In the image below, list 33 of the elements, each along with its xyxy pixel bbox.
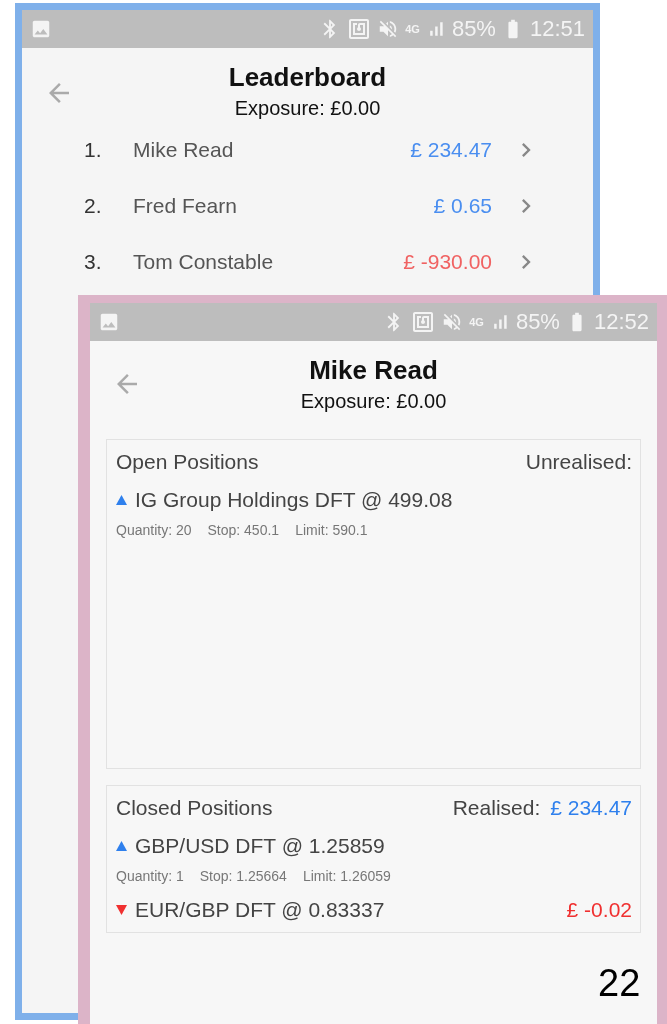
position-title[interactable]: GBP/USD DFT @ 1.25859 bbox=[135, 834, 632, 858]
summary-label: Realised: bbox=[452, 796, 541, 820]
position-detail: Stop: 450.1 bbox=[207, 522, 280, 538]
player-name[interactable]: Tom Constable bbox=[133, 250, 404, 274]
position-detail: Quantity: 20 bbox=[116, 522, 192, 538]
exposure-text: Exposure: £0.00 bbox=[234, 97, 381, 120]
rank-number: 1. bbox=[84, 138, 103, 162]
profit-amount: £ 234.47 bbox=[410, 138, 492, 162]
rank-number: 3. bbox=[84, 250, 103, 274]
position-detail: Limit: 1.26059 bbox=[302, 868, 391, 884]
image-icon bbox=[98, 311, 120, 333]
nfc-icon bbox=[411, 310, 436, 334]
page-number: 22 bbox=[598, 962, 641, 1005]
position-title[interactable]: IG Group Holdings DFT @ 499.08 bbox=[135, 488, 632, 512]
image-icon bbox=[30, 18, 52, 40]
position-title[interactable]: EUR/GBP DFT @ 0.83337 bbox=[135, 898, 559, 922]
exposure-text: Exposure: £0.00 bbox=[300, 390, 447, 413]
screen-title: Mike Read bbox=[309, 355, 438, 386]
profit-amount: £ -930.00 bbox=[403, 250, 492, 274]
player-name[interactable]: Mike Read bbox=[133, 138, 411, 162]
position-pnl: £ -0.02 bbox=[566, 898, 632, 922]
section-heading: Open Positions bbox=[116, 450, 259, 474]
player-name[interactable]: Fred Fearn bbox=[133, 194, 434, 218]
section-heading: Closed Positions bbox=[116, 796, 273, 820]
rank-number: 2. bbox=[84, 194, 103, 218]
nfc-icon bbox=[347, 17, 372, 41]
position-detail: Limit: 590.1 bbox=[295, 522, 368, 538]
position-detail: Stop: 1.25664 bbox=[199, 868, 287, 884]
summary-label: Unrealised: bbox=[525, 450, 632, 474]
position-detail: Quantity: 1 bbox=[116, 868, 184, 884]
screen-title: Leaderboard bbox=[228, 62, 387, 93]
summary-value: £ 234.47 bbox=[550, 796, 632, 820]
profit-amount: £ 0.65 bbox=[433, 194, 492, 218]
